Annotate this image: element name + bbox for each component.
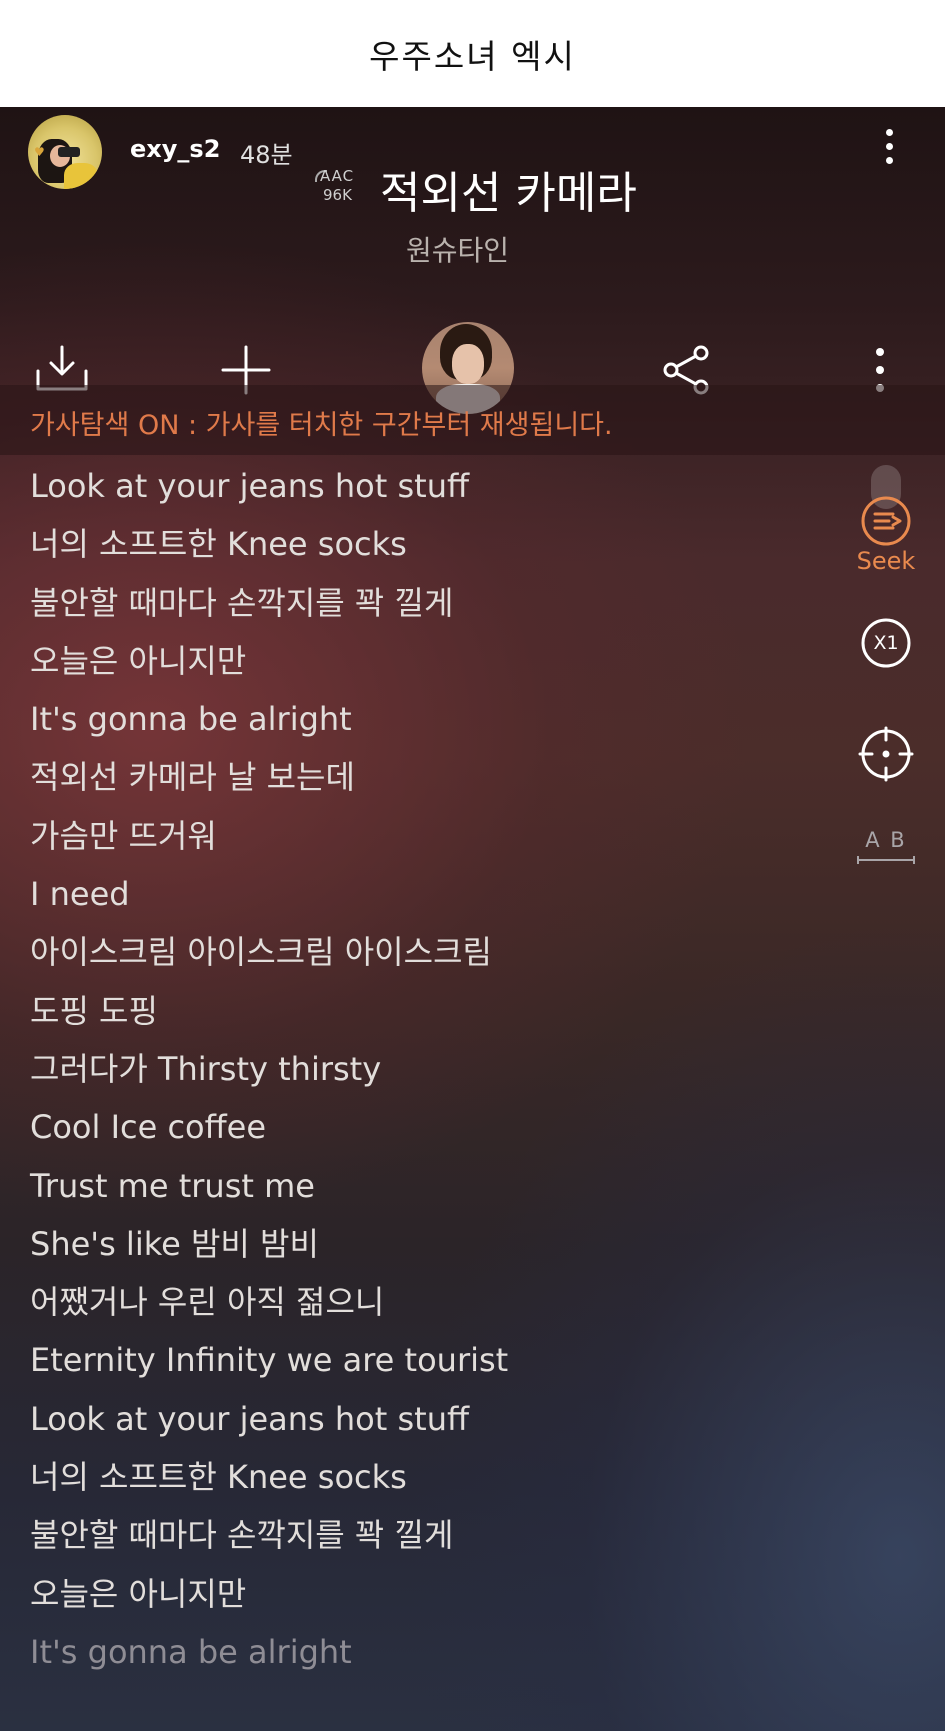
song-title: 적외선 카메라 bbox=[380, 168, 637, 219]
lyric-line[interactable]: 불안할 때마다 손깍지를 꽉 낄게 bbox=[30, 1506, 790, 1564]
lyric-line[interactable]: She's like 밤비 밤비 bbox=[30, 1215, 790, 1273]
banner-title: 우주소녀 엑시 bbox=[369, 36, 576, 76]
lyric-line[interactable]: 가슴만 뜨거워 bbox=[30, 807, 790, 865]
lyric-line[interactable]: Cool Ice coffee bbox=[30, 1098, 790, 1156]
seek-label[interactable]: Seek bbox=[844, 547, 928, 575]
duration: 48분 bbox=[240, 141, 293, 169]
lyrics-seek-notice: 가사탐색 ON : 가사를 터치한 구간부터 재생됩니다. bbox=[0, 385, 945, 455]
lyric-line[interactable]: 너의 소프트한 Knee socks bbox=[30, 515, 790, 573]
speed-label: X1 bbox=[873, 632, 899, 654]
lyric-line[interactable]: 도핑 도핑 bbox=[30, 982, 790, 1040]
ab-repeat-label[interactable]: A B bbox=[856, 828, 916, 852]
lyric-line[interactable]: It's gonna be alright bbox=[30, 690, 790, 748]
locate-icon[interactable] bbox=[858, 726, 914, 782]
lyric-line[interactable]: I need bbox=[30, 865, 790, 923]
lyric-line[interactable]: Look at your jeans hot stuff bbox=[30, 457, 790, 515]
top-banner: 우주소녀 엑시 bbox=[0, 0, 945, 107]
lyric-line[interactable]: 그러다가 Thirsty thirsty bbox=[30, 1040, 790, 1098]
user-avatar[interactable]: ♥ bbox=[28, 115, 102, 189]
lyric-line[interactable]: 오늘은 아니지만 bbox=[30, 1565, 790, 1623]
lyric-line[interactable]: 불안할 때마다 손깍지를 꽉 낄게 bbox=[30, 574, 790, 632]
lyric-line[interactable]: 오늘은 아니지만 bbox=[30, 632, 790, 690]
more-options-top-icon[interactable] bbox=[875, 127, 905, 167]
username[interactable]: exy_s2 bbox=[130, 135, 220, 163]
lyric-line[interactable]: 너의 소프트한 Knee socks bbox=[30, 1448, 790, 1506]
lyrics-list[interactable]: Look at your jeans hot stuff 너의 소프트한 Kne… bbox=[30, 457, 790, 1681]
lyric-line[interactable]: 어쨌거나 우린 아직 젊으니 bbox=[30, 1273, 790, 1331]
notice-text: 가사탐색 ON : 가사를 터치한 구간부터 재생됩니다. bbox=[30, 410, 613, 441]
player-screen: ♥ exy_s2 48분 AAC 96K 적외선 카메라 원슈타인 가사탐색 O… bbox=[0, 107, 945, 1731]
lyric-line[interactable]: Look at your jeans hot stuff bbox=[30, 1390, 790, 1448]
lyric-line[interactable]: Eternity Infinity we are tourist bbox=[30, 1331, 790, 1389]
lyric-line[interactable]: It's gonna be alright bbox=[30, 1623, 790, 1681]
artist-name[interactable]: 원슈타인 bbox=[0, 229, 945, 269]
lyric-line[interactable]: Trust me trust me bbox=[30, 1157, 790, 1215]
seek-icon[interactable] bbox=[860, 495, 912, 547]
codec-badge: AAC 96K bbox=[310, 163, 362, 207]
codec-bitrate: 96K bbox=[323, 186, 352, 204]
ab-repeat-icon bbox=[857, 856, 915, 864]
lyric-line[interactable]: 아이스크림 아이스크림 아이스크림 bbox=[30, 923, 790, 981]
codec-format: AAC bbox=[320, 167, 355, 185]
lyric-line[interactable]: 적외선 카메라 날 보는데 bbox=[30, 748, 790, 806]
